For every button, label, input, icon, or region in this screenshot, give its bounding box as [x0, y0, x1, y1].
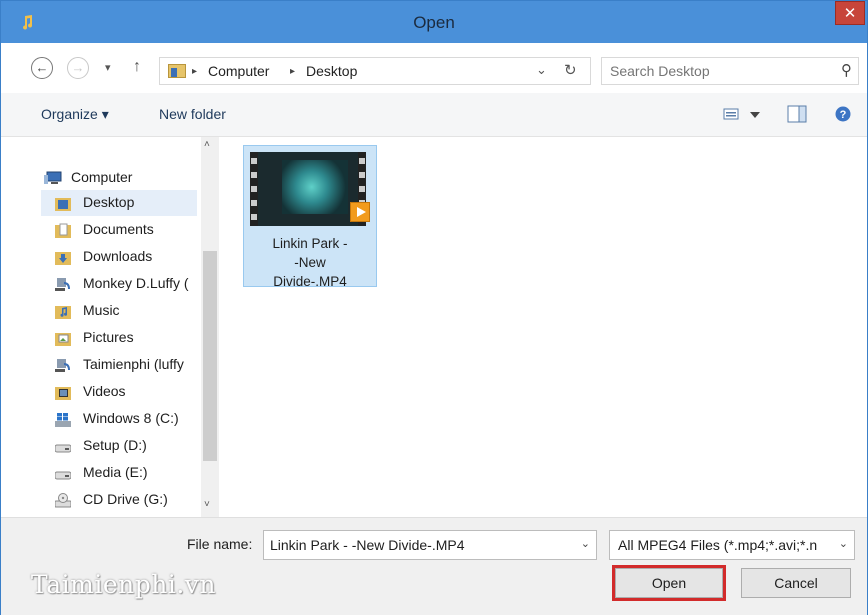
desktop-folder-icon	[55, 198, 71, 211]
videos-folder-icon	[55, 387, 71, 400]
breadcrumb-desktop[interactable]: Desktop	[306, 63, 357, 79]
hard-drive-icon	[55, 471, 71, 480]
sidebar-item-windows-8-c[interactable]: Windows 8 (C:)	[41, 406, 197, 432]
sidebar-item-label: Taimienphi (luffy	[83, 356, 184, 372]
recent-locations-icon[interactable]: ▾	[105, 61, 111, 74]
downloads-folder-icon	[55, 252, 71, 265]
sidebar-item-label: Windows 8 (C:)	[83, 410, 179, 426]
breadcrumb-separator[interactable]: ▸	[192, 66, 197, 77]
sidebar-item-taimienphi[interactable]: Taimienphi (luffy	[41, 352, 197, 378]
computer-icon	[44, 171, 62, 184]
command-toolbar: Organize ▾ New folder ?	[1, 93, 867, 137]
file-type-value: All MPEG4 Files (*.mp4;*.avi;*.n	[618, 537, 818, 553]
search-input[interactable]	[610, 62, 830, 80]
change-view-icon[interactable]	[723, 107, 743, 121]
back-button[interactable]: ←	[31, 57, 53, 79]
help-icon[interactable]: ?	[835, 106, 851, 122]
file-name-field-label: File name:	[187, 536, 253, 552]
cancel-button[interactable]: Cancel	[741, 568, 851, 598]
search-icon[interactable]: ⚲	[841, 61, 852, 79]
cd-drive-icon	[55, 493, 71, 508]
sidebar-item-label: Media (E:)	[83, 464, 148, 480]
file-item[interactable]: Linkin Park - -New Divide-.MP4	[243, 145, 377, 289]
chevron-down-icon[interactable]: ⌄	[839, 537, 848, 550]
breadcrumb-separator[interactable]: ▸	[290, 66, 295, 77]
sidebar-item-cd-drive-g[interactable]: CD Drive (G:)	[41, 487, 197, 513]
scrollbar-thumb[interactable]	[203, 251, 217, 461]
sidebar-item-label: Desktop	[83, 194, 135, 210]
sidebar-item-pictures[interactable]: Pictures	[41, 325, 197, 351]
file-name-field[interactable]	[270, 537, 570, 553]
pictures-folder-icon	[55, 333, 71, 346]
sidebar-item-label: Pictures	[83, 329, 134, 345]
file-list: Linkin Park - -New Divide-.MP4	[223, 137, 867, 517]
open-button[interactable]: Open	[612, 565, 726, 601]
organize-button[interactable]: Organize ▾	[41, 106, 109, 123]
open-dialog: Open ✕ ← → ▾ ↑ ▸ Computer ▸ Desktop ⌄ ↻ …	[0, 0, 868, 615]
breadcrumb-computer[interactable]: Computer	[208, 63, 269, 79]
sidebar-item-music[interactable]: Music	[41, 298, 197, 324]
sidebar-item-setup-d[interactable]: Setup (D:)	[41, 433, 197, 459]
file-name-label: Linkin Park - -New Divide-.MP4	[272, 236, 348, 289]
preview-pane-icon[interactable]	[787, 105, 807, 123]
svg-text:?: ?	[840, 109, 847, 121]
sidebar-item-desktop[interactable]: Desktop	[41, 190, 197, 216]
new-folder-button[interactable]: New folder	[159, 106, 226, 122]
folder-location-icon	[168, 64, 186, 78]
sidebar-item-media-e[interactable]: Media (E:)	[41, 460, 197, 486]
search-box[interactable]: ⚲	[601, 57, 859, 85]
navigation-pane: Computer Desktop Documents Downloads Mon…	[1, 137, 223, 517]
address-row: ← → ▾ ↑ ▸ Computer ▸ Desktop ⌄ ↻ ⚲	[1, 43, 867, 93]
sidebar-item-label: Music	[83, 302, 120, 318]
windows-drive-icon	[55, 413, 71, 427]
sidebar-item-label: Computer	[71, 169, 133, 185]
network-share-icon	[55, 278, 70, 291]
video-thumbnail	[250, 152, 366, 226]
sidebar-item-label: Monkey D.Luffy (	[83, 275, 189, 291]
sidebar-item-monkey-d-luffy[interactable]: Monkey D.Luffy (	[41, 271, 197, 297]
music-folder-icon	[55, 306, 71, 319]
file-type-select[interactable]: All MPEG4 Files (*.mp4;*.avi;*.n ⌄	[609, 530, 855, 560]
file-name-combobox[interactable]: ⌄	[263, 530, 597, 560]
documents-folder-icon	[55, 223, 71, 238]
hard-drive-icon	[55, 444, 71, 453]
forward-button[interactable]: →	[67, 57, 89, 79]
sidebar-item-label: Documents	[83, 221, 154, 237]
chevron-down-icon[interactable]: ⌄	[581, 537, 590, 550]
scroll-up-icon[interactable]: ˄	[204, 139, 210, 150]
sidebar-item-label: Downloads	[83, 248, 153, 264]
address-dropdown-icon[interactable]: ⌄	[536, 62, 547, 78]
dialog-footer: File name: ⌄ All MPEG4 Files (*.mp4;*.av…	[1, 517, 867, 615]
sidebar-item-label: Videos	[83, 383, 126, 399]
watermark-logo: Taimienphi.vn	[31, 570, 217, 599]
up-arrow-icon[interactable]: ↑	[133, 58, 141, 76]
sidebar-scrollbar[interactable]: ˄ ˅	[201, 137, 219, 517]
refresh-icon[interactable]: ↻	[564, 61, 577, 79]
sidebar-item-label: Setup (D:)	[83, 437, 147, 453]
sidebar-item-documents[interactable]: Documents	[41, 217, 197, 243]
network-share-icon	[55, 359, 70, 372]
title-bar: Open ✕	[1, 1, 867, 43]
sidebar-item-videos[interactable]: Videos	[41, 379, 197, 405]
view-options-chevron-icon[interactable]	[750, 112, 760, 118]
close-button[interactable]: ✕	[835, 1, 865, 25]
scroll-down-icon[interactable]: ˅	[204, 499, 210, 510]
sidebar-item-label: CD Drive (G:)	[83, 491, 168, 507]
media-player-icon	[350, 202, 370, 222]
address-bar[interactable]: ▸ Computer ▸ Desktop ⌄ ↻	[159, 57, 591, 85]
sidebar-item-downloads[interactable]: Downloads	[41, 244, 197, 270]
window-title: Open	[413, 13, 455, 32]
